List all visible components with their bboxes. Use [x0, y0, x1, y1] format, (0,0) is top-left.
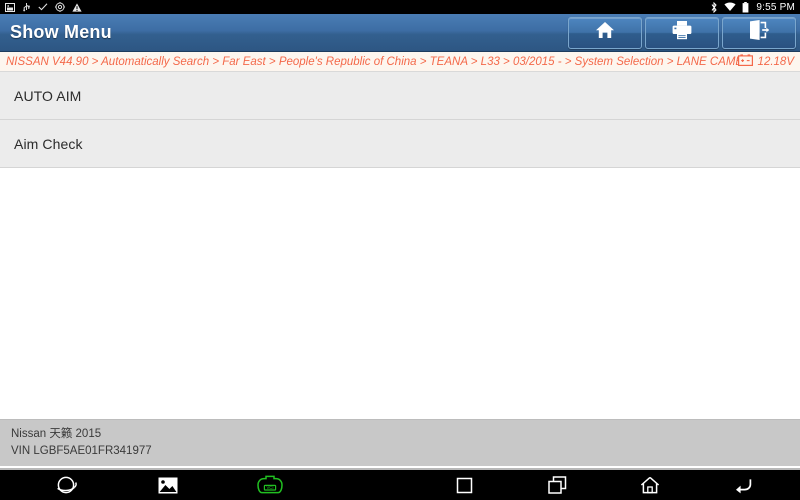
status-bar-left-icons — [5, 2, 82, 12]
vci-icon[interactable]: VCI — [256, 472, 284, 498]
exit-button[interactable] — [722, 16, 796, 49]
android-home-icon[interactable] — [636, 472, 664, 498]
vehicle-info-footer: Nissan 天籁 2015 VIN LGBF5AE01FR341977 — [0, 419, 800, 466]
usb-icon — [22, 2, 31, 12]
breadcrumb: NISSAN V44.90 > Automatically Search > F… — [0, 52, 800, 72]
menu-item-label: Aim Check — [14, 135, 83, 152]
car-battery-icon — [737, 53, 753, 71]
check-icon — [38, 3, 48, 11]
page-title: Show Menu — [10, 22, 112, 42]
browser-icon[interactable] — [52, 472, 80, 498]
nav-bar-left-group: VCI — [0, 472, 400, 498]
app-title-bar: Show Menu — [0, 14, 800, 52]
nav-bar-right-group — [400, 472, 800, 498]
stop-square-icon[interactable] — [450, 472, 478, 498]
home-button[interactable] — [568, 16, 642, 49]
status-bar-right-icons: 9:55 PM — [710, 1, 795, 13]
menu-item-label: AUTO AIM — [14, 87, 82, 104]
svg-text:VCI: VCI — [267, 485, 274, 490]
menu-list: AUTO AIM Aim Check — [0, 72, 800, 168]
wifi-icon — [724, 2, 736, 12]
gallery-icon[interactable] — [154, 472, 182, 498]
home-icon — [595, 21, 615, 44]
screenshot-icon — [5, 2, 15, 12]
vehicle-vin: VIN LGBF5AE01FR341977 — [11, 445, 152, 457]
status-bar-clock: 9:55 PM — [756, 1, 795, 13]
menu-item-auto-aim[interactable]: AUTO AIM — [0, 72, 800, 120]
vehicle-name: Nissan 天籁 2015 — [11, 428, 102, 440]
exit-door-icon — [748, 20, 770, 45]
back-arrow-icon[interactable] — [729, 472, 757, 498]
print-button[interactable] — [645, 16, 719, 49]
android-status-bar: 9:55 PM — [0, 0, 800, 14]
recent-apps-icon[interactable] — [543, 472, 571, 498]
voltage-indicator: 12.18V — [737, 53, 794, 71]
breadcrumb-path: NISSAN V44.90 > Automatically Search > F… — [6, 55, 738, 68]
menu-item-aim-check[interactable]: Aim Check — [0, 120, 800, 168]
printer-icon — [671, 20, 693, 45]
empty-content-area — [0, 168, 800, 428]
voltage-value: 12.18V — [757, 55, 794, 68]
warning-icon — [72, 2, 82, 12]
android-navigation-bar: VCI — [0, 468, 800, 500]
title-bar-actions — [568, 16, 796, 50]
bluetooth-icon — [710, 1, 718, 13]
settings-gear-icon — [55, 2, 65, 12]
battery-icon — [742, 1, 749, 13]
